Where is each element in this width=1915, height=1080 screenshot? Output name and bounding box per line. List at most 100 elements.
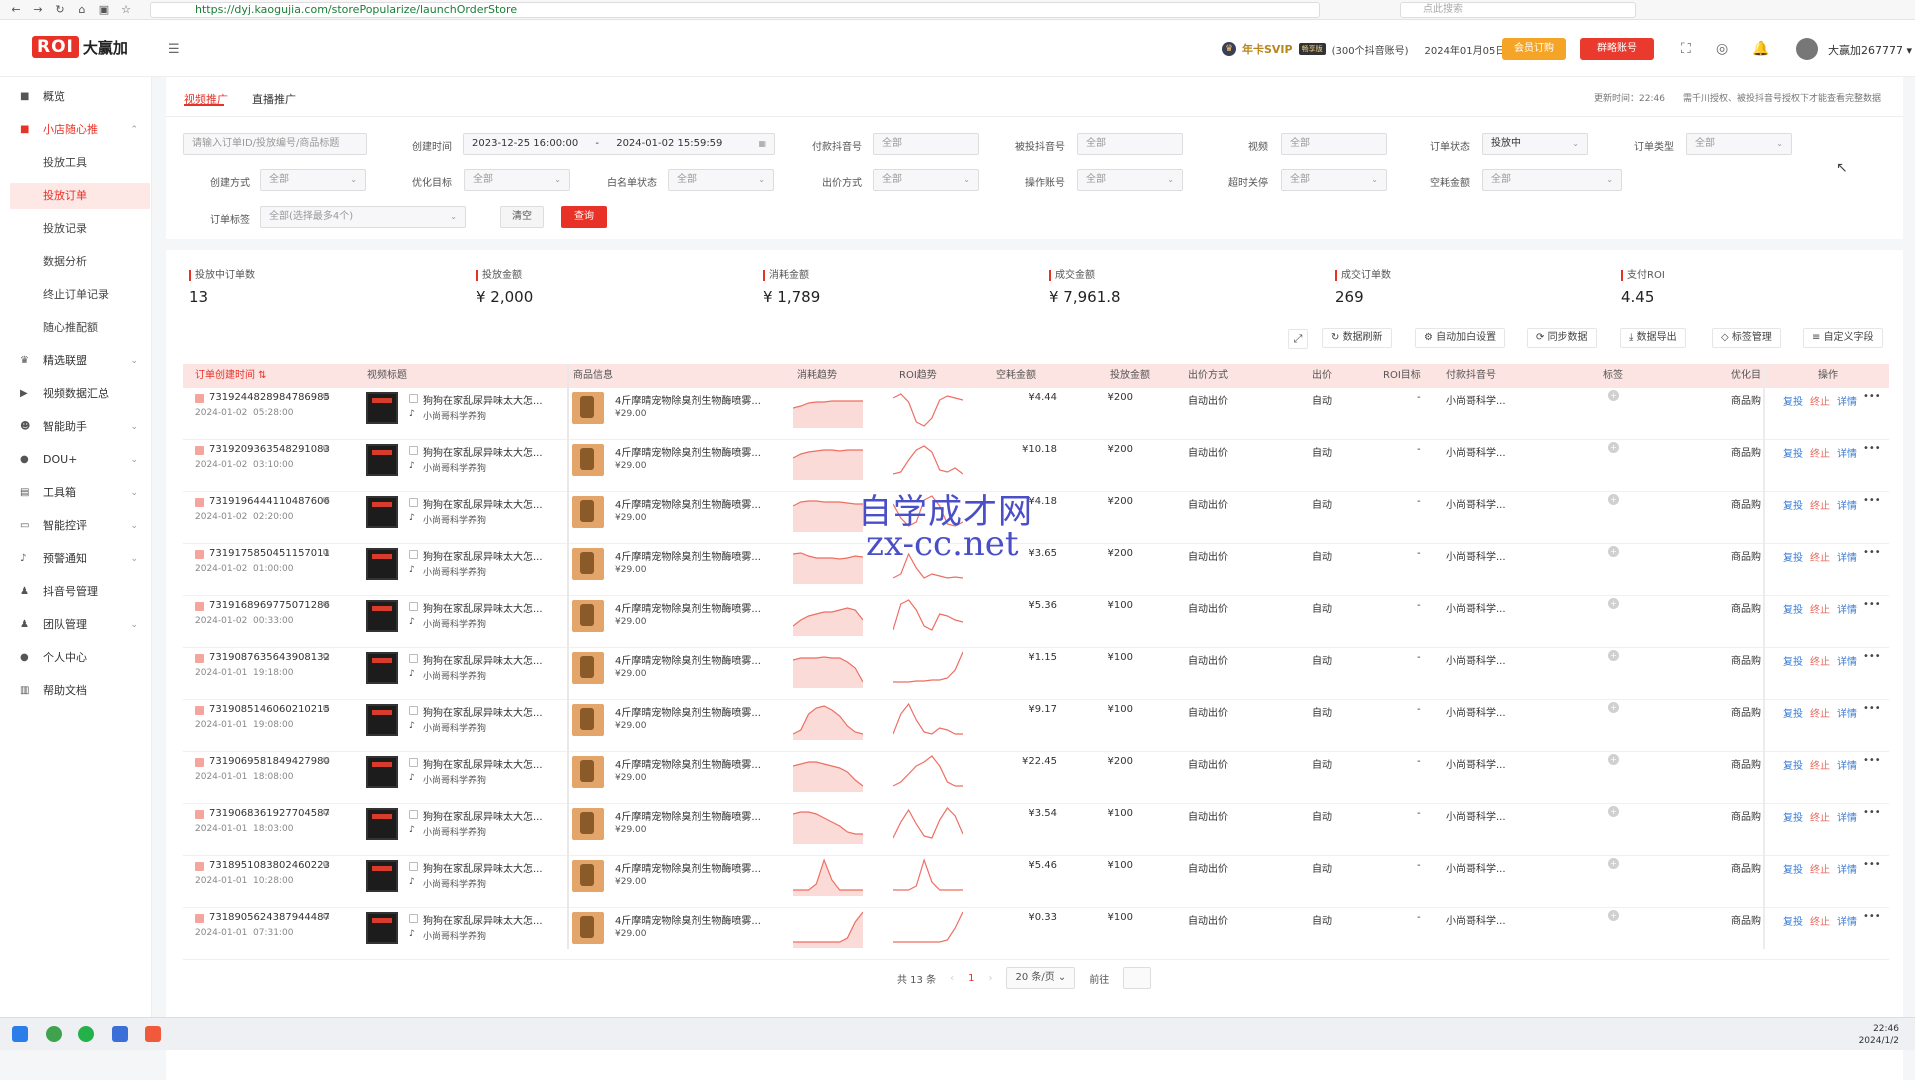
target-account-select[interactable]: 全部: [1077, 133, 1183, 155]
video-thumbnail[interactable]: [366, 652, 398, 684]
details-link[interactable]: 详情: [1837, 757, 1857, 772]
copy-icon[interactable]: ⧉: [323, 600, 329, 610]
terminate-link[interactable]: 终止: [1810, 861, 1830, 876]
sidebar-item-tools[interactable]: 投放工具: [10, 150, 150, 176]
terminate-link[interactable]: 终止: [1810, 705, 1830, 720]
reinvest-link[interactable]: 复投: [1783, 757, 1803, 772]
video-checkbox[interactable]: [409, 810, 418, 819]
product-title[interactable]: 4斤摩晴宠物除臭剂生物酶喷雾...: [615, 496, 761, 511]
video-select[interactable]: 全部: [1281, 133, 1387, 155]
details-link[interactable]: 详情: [1837, 393, 1857, 408]
goto-page-input[interactable]: [1123, 967, 1152, 989]
add-tag-icon[interactable]: +: [1608, 494, 1619, 505]
video-thumbnail[interactable]: [366, 392, 398, 424]
terminate-link[interactable]: 终止: [1810, 393, 1830, 408]
refresh-button[interactable]: ↻ 数据刷新: [1322, 328, 1392, 348]
col-created-time[interactable]: 订单创建时间 ⇅: [195, 364, 267, 388]
sync-button[interactable]: ⟳ 同步数据: [1527, 328, 1597, 348]
more-icon[interactable]: •••: [1863, 911, 1881, 922]
more-icon[interactable]: •••: [1863, 495, 1881, 506]
add-tag-icon[interactable]: +: [1608, 546, 1619, 557]
video-title[interactable]: 狗狗在家乱尿异味太大怎...: [423, 912, 543, 927]
bell-icon[interactable]: 🔔: [1752, 41, 1769, 57]
clear-button[interactable]: 清空: [500, 206, 544, 228]
sidebar-item-personal[interactable]: ● 个人中心: [10, 645, 150, 671]
product-title[interactable]: 4斤摩晴宠物除臭剂生物酶喷雾...: [615, 600, 761, 615]
order-type-select[interactable]: 全部 ⌄: [1686, 133, 1792, 155]
optimize-select[interactable]: 全部 ⌄: [464, 169, 570, 191]
video-thumbnail[interactable]: [366, 600, 398, 632]
date-range-picker[interactable]: 2023-12-25 16:00:00 - 2024-01-02 15:59:5…: [463, 133, 775, 155]
copy-icon[interactable]: ⧉: [323, 392, 329, 402]
bind-account-button[interactable]: 群略账号: [1580, 38, 1654, 60]
details-link[interactable]: 详情: [1837, 653, 1857, 668]
sidebar-item-overview[interactable]: ■ 概览: [10, 84, 150, 110]
product-thumbnail[interactable]: [572, 392, 604, 424]
export-button[interactable]: ⤓ 数据导出: [1620, 328, 1686, 348]
video-title[interactable]: 狗狗在家乱尿异味太大怎...: [423, 548, 543, 563]
whitelist-select[interactable]: 全部 ⌄: [668, 169, 774, 191]
video-title[interactable]: 狗狗在家乱尿异味太大怎...: [423, 704, 543, 719]
sidebar-item-assistant[interactable]: ☻ 智能助手 ⌄: [10, 414, 150, 440]
video-title[interactable]: 狗狗在家乱尿异味太大怎...: [423, 444, 543, 459]
reinvest-link[interactable]: 复投: [1783, 705, 1803, 720]
order-tag-select[interactable]: 全部(选择最多4个) ⌄: [260, 206, 466, 228]
video-checkbox[interactable]: [409, 446, 418, 455]
sidebar-item-accounts[interactable]: ♟ 抖音号管理: [10, 579, 150, 605]
details-link[interactable]: 详情: [1837, 705, 1857, 720]
product-thumbnail[interactable]: [572, 704, 604, 736]
product-thumbnail[interactable]: [572, 756, 604, 788]
empty-cost-select[interactable]: 全部 ⌄: [1482, 169, 1622, 191]
details-link[interactable]: 详情: [1837, 809, 1857, 824]
add-tag-icon[interactable]: +: [1608, 858, 1619, 869]
query-button[interactable]: 查询: [561, 206, 607, 228]
app-icon[interactable]: [112, 1026, 128, 1042]
sidebar-item-video-summary[interactable]: ▶ 视频数据汇总: [10, 381, 150, 407]
fullscreen-icon[interactable]: ⛶: [1681, 41, 1691, 57]
add-tag-icon[interactable]: +: [1608, 390, 1619, 401]
copy-icon[interactable]: ⧉: [323, 704, 329, 714]
sidebar-item-alliance[interactable]: ♛ 精选联盟 ⌄: [10, 348, 150, 374]
home-icon[interactable]: ⌂: [76, 3, 88, 16]
product-thumbnail[interactable]: [572, 600, 604, 632]
video-checkbox[interactable]: [409, 654, 418, 663]
star-icon[interactable]: ☆: [120, 3, 132, 16]
video-checkbox[interactable]: [409, 602, 418, 611]
custom-fields-button[interactable]: ≡ 自定义字段: [1803, 328, 1883, 348]
copy-icon[interactable]: ⧉: [323, 652, 329, 662]
reinvest-link[interactable]: 复投: [1783, 497, 1803, 512]
wechat-icon[interactable]: [78, 1026, 94, 1042]
add-tag-icon[interactable]: +: [1608, 442, 1619, 453]
sidebar-item-alert[interactable]: ♪ 预警通知 ⌄: [10, 546, 150, 572]
tag-manage-button[interactable]: ◇ 标签管理: [1712, 328, 1781, 348]
copy-icon[interactable]: ⧉: [323, 548, 329, 558]
prev-page-icon[interactable]: ‹: [950, 973, 954, 984]
details-link[interactable]: 详情: [1837, 549, 1857, 564]
terminate-link[interactable]: 终止: [1810, 809, 1830, 824]
next-page-icon[interactable]: ›: [988, 973, 992, 984]
product-thumbnail[interactable]: [572, 496, 604, 528]
add-tag-icon[interactable]: +: [1608, 806, 1619, 817]
copy-icon[interactable]: ⧉: [323, 444, 329, 454]
page-size-select[interactable]: 20 条/页 ⌄: [1006, 967, 1076, 989]
address-bar[interactable]: https://dyj.kaogujia.com/storePopularize…: [150, 2, 1320, 18]
product-title[interactable]: 4斤摩晴宠物除臭剂生物酶喷雾...: [615, 808, 761, 823]
add-tag-icon[interactable]: +: [1608, 754, 1619, 765]
video-thumbnail[interactable]: [366, 756, 398, 788]
video-checkbox[interactable]: [409, 550, 418, 559]
video-checkbox[interactable]: [409, 862, 418, 871]
reinvest-link[interactable]: 复投: [1783, 653, 1803, 668]
details-link[interactable]: 详情: [1837, 445, 1857, 460]
sidebar-item-orders[interactable]: 投放订单: [10, 183, 150, 209]
menu-toggle-icon[interactable]: ☰: [168, 42, 180, 57]
back-icon[interactable]: ←: [10, 3, 22, 16]
logo[interactable]: ROI 大赢加: [32, 36, 128, 58]
copy-icon[interactable]: ⧉: [323, 808, 329, 818]
product-thumbnail[interactable]: [572, 652, 604, 684]
reinvest-link[interactable]: 复投: [1783, 861, 1803, 876]
video-title[interactable]: 狗狗在家乱尿异味太大怎...: [423, 600, 543, 615]
sidebar-item-help[interactable]: ▥ 帮助文档: [10, 678, 150, 704]
sidebar-item-records[interactable]: 投放记录: [10, 216, 150, 242]
video-thumbnail[interactable]: [366, 808, 398, 840]
product-title[interactable]: 4斤摩晴宠物除臭剂生物酶喷雾...: [615, 652, 761, 667]
